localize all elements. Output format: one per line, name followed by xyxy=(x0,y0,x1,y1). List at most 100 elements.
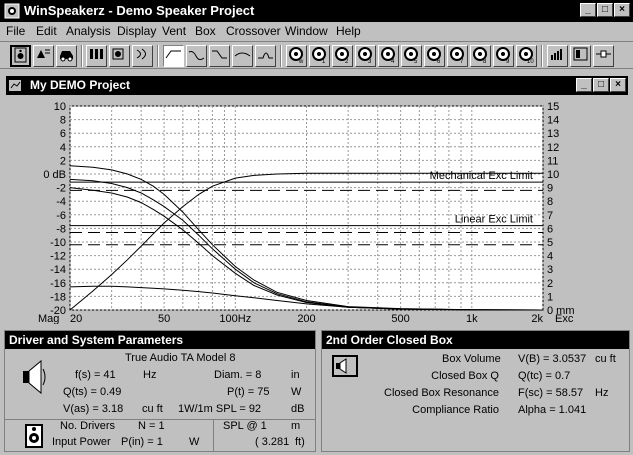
driver-10-icon[interactable]: 10 xyxy=(516,45,537,67)
line-peak-icon[interactable] xyxy=(255,45,276,67)
right-tick-label: 2 xyxy=(547,278,553,290)
menu-display[interactable]: Display xyxy=(117,24,156,38)
graph-close-button[interactable]: × xyxy=(610,78,626,92)
input-power-unit: W xyxy=(189,436,200,448)
bars-icon[interactable] xyxy=(547,45,568,67)
line-dip-icon[interactable] xyxy=(232,45,253,67)
menu-edit[interactable]: Edit xyxy=(36,24,57,38)
reference-line-label: Mechanical Exc Limit xyxy=(430,170,533,182)
menu-vent[interactable]: Vent xyxy=(162,24,186,38)
spl-value[interactable]: 1W/1m SPL = 92 xyxy=(178,403,261,415)
right-axis-bottom-label: Exc xyxy=(555,313,574,324)
graph-window-icon[interactable] xyxy=(9,80,21,91)
left-tick-label: -6 xyxy=(56,210,66,222)
driver-model: True Audio TA Model 8 xyxy=(125,352,236,364)
toolbar-separator xyxy=(157,45,159,67)
response-chart[interactable]: 1086420 dB-2-4-6-8-10-12-14-16-18-201514… xyxy=(6,96,628,324)
pt-value[interactable]: P(t) = 75 xyxy=(227,386,270,398)
compliance-ratio-label: Compliance Ratio xyxy=(412,404,499,416)
driver-box-icon[interactable] xyxy=(25,424,43,448)
close-button[interactable]: × xyxy=(614,3,630,17)
driver-5-icon[interactable]: 5 xyxy=(401,45,422,67)
line-rolloff-icon[interactable] xyxy=(209,45,230,67)
driver-edit-icon[interactable] xyxy=(33,45,54,67)
app-title-bar: WinSpeakerz - Demo Speaker Project _ □ × xyxy=(0,0,633,22)
closed-box-q-value[interactable]: Q(tc) = 0.7 xyxy=(518,370,570,382)
spl-unit: dB xyxy=(291,403,305,415)
left-tick-label: 0 dB xyxy=(43,169,66,181)
closed-box-icon[interactable] xyxy=(332,355,358,377)
menu-analysis[interactable]: Analysis xyxy=(66,24,111,38)
no-drivers-label: No. Drivers xyxy=(60,420,116,432)
vas-value[interactable]: V(as) = 3.18 xyxy=(63,403,123,415)
right-tick-label: 13 xyxy=(547,128,559,140)
driver-1-icon[interactable]: 1 xyxy=(309,45,330,67)
spl-at-value[interactable]: SPL @ 1 xyxy=(223,420,267,432)
driver-4-label: 4 xyxy=(391,59,395,64)
toolbar-separator xyxy=(280,45,282,67)
box-volume-value[interactable]: V(B) = 3.0537 xyxy=(518,353,586,365)
driver-2-icon[interactable]: 2 xyxy=(332,45,353,67)
driver-6-label: 6 xyxy=(437,59,441,64)
line-bump-icon[interactable] xyxy=(186,45,207,67)
vas-unit: cu ft xyxy=(142,403,163,415)
driver-panel: Driver and System Parameters True Audio … xyxy=(4,330,316,452)
graph-window-title-bar: My DEMO Project _ □ × xyxy=(6,76,628,95)
minimize-button[interactable]: _ xyxy=(580,3,596,17)
graph-window: My DEMO Project _ □ × 10 8 6 4 2 0 dB -2 -4 -6 -8… xyxy=(4,74,630,326)
x-tick-label: 200 xyxy=(297,313,315,324)
menu-crossover[interactable]: Crossover xyxy=(226,24,281,38)
box-panel: 2nd Order Closed Box Box Volume V(B) = 3… xyxy=(321,330,630,452)
driver-7-icon[interactable]: 7 xyxy=(447,45,468,67)
graph-maximize-button[interactable]: □ xyxy=(593,78,609,92)
compliance-ratio-value[interactable]: Alpha = 1.041 xyxy=(518,404,586,416)
car-icon[interactable] xyxy=(56,45,77,67)
diam-value[interactable]: Diam. = 8 xyxy=(214,369,261,381)
diam-unit: in xyxy=(291,369,300,381)
right-tick-label: 14 xyxy=(547,115,559,127)
crossover-icon[interactable] xyxy=(132,45,153,67)
toolbar-separator xyxy=(541,45,543,67)
sealed-box-icon[interactable] xyxy=(86,45,107,67)
left-tick-label: -8 xyxy=(56,223,66,235)
driver-4-icon[interactable]: 4 xyxy=(378,45,399,67)
right-tick-label: 9 xyxy=(547,183,553,195)
speaker-icon[interactable] xyxy=(10,45,31,67)
input-power-value[interactable]: P(in) = 1 xyxy=(121,436,163,448)
right-tick-label: 15 xyxy=(547,101,559,113)
menu-help[interactable]: Help xyxy=(336,24,361,38)
driver-w-icon[interactable]: w xyxy=(286,45,307,67)
menu-box[interactable]: Box xyxy=(195,24,216,38)
driver-6-icon[interactable]: 6 xyxy=(424,45,445,67)
left-tick-label: 4 xyxy=(60,142,66,154)
line-flat-icon[interactable] xyxy=(163,45,184,67)
left-tick-label: -18 xyxy=(50,291,66,303)
right-tick-label: 10 xyxy=(547,169,559,181)
left-tick-label: 10 xyxy=(54,101,66,113)
graph-minimize-button[interactable]: _ xyxy=(576,78,592,92)
menu-file[interactable]: File xyxy=(6,24,25,38)
spl-ft-value: ( 3.281 xyxy=(255,436,290,448)
right-tick-label: 8 xyxy=(547,196,553,208)
driver-3-icon[interactable]: 3 xyxy=(355,45,376,67)
box-volume-label: Box Volume xyxy=(442,353,501,365)
driver-8-icon[interactable]: 8 xyxy=(470,45,491,67)
box-layout-icon[interactable] xyxy=(570,45,591,67)
right-tick-label: 12 xyxy=(547,142,559,154)
app-icon[interactable] xyxy=(4,3,20,19)
driver-9-icon[interactable]: 9 xyxy=(493,45,514,67)
maximize-button[interactable]: □ xyxy=(597,3,613,17)
driver-2-label: 2 xyxy=(345,59,349,64)
qts-value[interactable]: Q(ts) = 0.49 xyxy=(63,386,121,398)
closed-box-resonance-value[interactable]: F(sc) = 58.57 xyxy=(518,387,583,399)
input-power-label: Input Power xyxy=(52,436,111,448)
no-drivers-value[interactable]: N = 1 xyxy=(138,420,165,432)
driver-speaker-icon[interactable] xyxy=(21,359,49,395)
menu-window[interactable]: Window xyxy=(285,24,328,38)
driver-8-label: 8 xyxy=(483,59,487,64)
right-tick-label: 11 xyxy=(547,155,558,167)
ported-icon[interactable] xyxy=(109,45,130,67)
left-tick-label: -2 xyxy=(56,183,66,195)
fs-value[interactable]: f(s) = 41 xyxy=(75,369,116,381)
connector-icon[interactable] xyxy=(593,45,614,67)
